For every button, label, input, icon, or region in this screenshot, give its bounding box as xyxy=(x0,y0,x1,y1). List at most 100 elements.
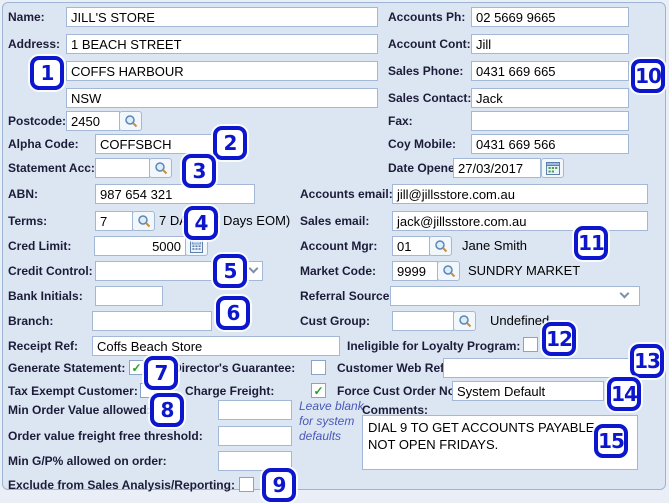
market-code-search-button[interactable] xyxy=(437,261,460,281)
callout-11: 11 xyxy=(574,226,608,260)
search-icon xyxy=(434,239,448,253)
sales-phone-field[interactable]: 0431 669 665 xyxy=(471,61,629,81)
bank-initials-field[interactable] xyxy=(95,286,163,306)
search-icon xyxy=(458,314,472,328)
cust-group-field[interactable] xyxy=(392,311,454,331)
account-cont-label: Account Cont: xyxy=(388,37,471,51)
address-line2-field[interactable]: COFFS HARBOUR xyxy=(66,61,378,81)
receipt-ref-field[interactable]: Coffs Beach Store xyxy=(92,336,340,356)
market-code-field[interactable]: 9999 xyxy=(392,261,438,281)
callout-12: 12 xyxy=(542,322,576,356)
address-line3-field[interactable]: NSW xyxy=(66,88,378,108)
statement-acc-label: Statement Acc: xyxy=(8,161,95,175)
calculator-icon xyxy=(190,239,203,253)
freight-free-threshold-label: Order value freight free threshold: xyxy=(8,429,203,443)
postcode-field[interactable]: 2450 xyxy=(66,111,120,131)
exclude-sales-analysis-checkbox[interactable] xyxy=(239,477,254,492)
min-order-value-field[interactable] xyxy=(218,400,292,420)
chevron-down-icon[interactable] xyxy=(619,288,630,299)
cust-group-search-button[interactable] xyxy=(453,311,476,331)
generate-statement-label: Generate Statement: xyxy=(8,361,126,375)
date-opened-field[interactable]: 27/03/2017 xyxy=(453,158,541,178)
terms-label: Terms: xyxy=(8,214,48,228)
calendar-icon xyxy=(545,161,560,175)
callout-6: 6 xyxy=(216,296,250,330)
search-icon xyxy=(137,214,151,228)
abn-label: ABN: xyxy=(8,187,38,201)
account-mgr-name: Jane Smith xyxy=(462,238,528,253)
directors-guarantee-checkbox[interactable] xyxy=(311,360,326,375)
system-defaults-hint: Leave blank for system defaults xyxy=(299,399,364,443)
account-cont-field[interactable]: Jill xyxy=(471,34,629,54)
charge-freight-label: Charge Freight: xyxy=(185,384,275,398)
address-line1-field[interactable]: 1 BEACH STREET xyxy=(66,34,378,54)
market-code-name: SUNDRY MARKET xyxy=(468,263,581,278)
cred-limit-field[interactable]: 5000 xyxy=(94,236,186,256)
callout-15: 15 xyxy=(594,424,628,458)
market-code-label: Market Code: xyxy=(300,264,377,278)
sales-contact-label: Sales Contact: xyxy=(388,91,472,105)
name-label: Name: xyxy=(8,10,45,24)
search-icon xyxy=(154,161,168,175)
ineligible-loyalty-checkbox[interactable] xyxy=(523,337,538,352)
branch-field[interactable] xyxy=(92,311,212,331)
ineligible-loyalty-label: Ineligible for Loyalty Program: xyxy=(347,339,521,353)
accounts-ph-label: Accounts Ph: xyxy=(388,10,466,24)
callout-9: 9 xyxy=(262,468,296,502)
search-icon xyxy=(124,114,138,128)
callout-8: 8 xyxy=(150,393,184,427)
force-cust-order-field[interactable]: System Default xyxy=(452,381,604,401)
callout-3: 3 xyxy=(182,154,216,188)
cust-group-name: Undefined xyxy=(490,313,550,328)
coy-mobile-field[interactable]: 0431 669 566 xyxy=(471,134,629,154)
min-order-value-label: Min Order Value allowed: xyxy=(8,403,151,417)
abn-field[interactable]: 987 654 321 xyxy=(95,184,255,204)
date-opened-calendar-button[interactable] xyxy=(541,158,564,178)
statement-acc-search-button[interactable] xyxy=(149,158,172,178)
generate-statement-checkbox[interactable]: ✓ xyxy=(129,360,144,375)
referral-source-combo[interactable] xyxy=(390,286,640,306)
accounts-email-field[interactable]: jill@jillsstore.com.au xyxy=(392,184,648,204)
sales-contact-field[interactable]: Jack xyxy=(471,88,629,108)
callout-7: 7 xyxy=(144,356,178,390)
charge-freight-checkbox[interactable]: ✓ xyxy=(311,383,326,398)
accounts-ph-field[interactable]: 02 5669 9665 xyxy=(471,7,629,27)
alpha-code-field[interactable]: COFFSBCH xyxy=(95,134,215,154)
callout-4: 4 xyxy=(184,206,218,240)
fax-label: Fax: xyxy=(388,114,413,128)
sales-phone-label: Sales Phone: xyxy=(388,64,464,78)
fax-field[interactable] xyxy=(471,111,629,131)
alpha-code-label: Alpha Code: xyxy=(8,137,79,151)
credit-control-label: Credit Control: xyxy=(8,264,93,278)
postcode-search-button[interactable] xyxy=(119,111,142,131)
callout-10: 10 xyxy=(631,59,665,93)
cred-limit-label: Cred Limit: xyxy=(8,239,72,253)
sales-email-field[interactable]: jack@jillsstore.com.au xyxy=(392,211,648,231)
callout-14: 14 xyxy=(607,377,641,411)
bank-initials-label: Bank Initials: xyxy=(8,289,83,303)
sales-email-label: Sales email: xyxy=(300,214,370,228)
callout-2: 2 xyxy=(213,126,247,160)
directors-guarantee-label: Director's Guarantee: xyxy=(173,361,296,375)
account-mgr-field[interactable]: 01 xyxy=(392,236,430,256)
min-gp-label: Min G/P% allowed on order: xyxy=(8,454,167,468)
account-mgr-label: Account Mgr: xyxy=(300,239,378,253)
referral-source-label: Referral Source: xyxy=(300,289,394,303)
statement-acc-field[interactable] xyxy=(95,158,150,178)
terms-field[interactable]: 7 xyxy=(95,211,133,231)
freight-free-threshold-field[interactable] xyxy=(218,426,292,446)
exclude-sales-analysis-label: Exclude from Sales Analysis/Reporting: xyxy=(8,478,235,492)
account-mgr-search-button[interactable] xyxy=(429,236,452,256)
customer-web-ref-label: Customer Web Ref: xyxy=(337,361,449,375)
branch-label: Branch: xyxy=(8,314,54,328)
callout-13: 13 xyxy=(630,344,664,378)
name-field[interactable]: JILL'S STORE xyxy=(66,7,378,27)
tax-exempt-label: Tax Exempt Customer: xyxy=(8,384,138,398)
terms-description: 7 DAYS (7 Days EOM) xyxy=(159,213,291,228)
search-icon xyxy=(442,264,456,278)
coy-mobile-label: Coy Mobile: xyxy=(388,137,456,151)
callout-1: 1 xyxy=(30,56,64,90)
customer-web-ref-field[interactable] xyxy=(443,358,635,378)
terms-search-button[interactable] xyxy=(132,211,155,231)
cust-group-label: Cust Group: xyxy=(300,314,370,328)
